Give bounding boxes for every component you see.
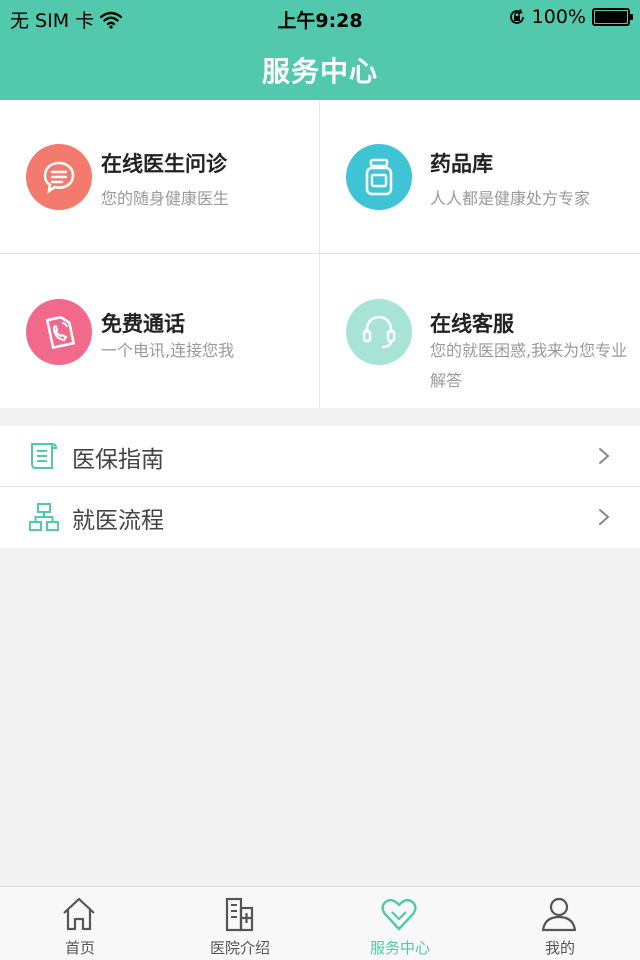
service-title: 在线医生问诊 [101, 152, 227, 176]
tab-profile[interactable]: 我的 [480, 887, 640, 960]
hospital-icon [225, 897, 254, 932]
phone-note-icon [26, 299, 92, 365]
tab-label: 医院介绍 [209, 939, 270, 957]
user-icon [541, 897, 577, 932]
tab-bar: 首页 医院介绍 服务中心 我的 [0, 886, 640, 960]
service-subtitle: 一个电讯,连接您我 [101, 341, 235, 360]
battery-icon [592, 8, 633, 26]
service-free-call[interactable]: 免费通话 一个电讯,连接您我 [0, 254, 319, 407]
service-online-support[interactable]: 在线客服 您的就医困惑,我来为您专业解答 [320, 254, 639, 407]
list-item-label: 医保指南 [72, 447, 164, 473]
tab-service-center[interactable]: 服务中心 [320, 887, 480, 960]
home-icon [63, 897, 95, 931]
orientation-lock-icon [509, 9, 524, 24]
header: 无 SIM 卡 上午9:28 100% 服务中心 [0, 0, 640, 100]
flowchart-icon [29, 503, 59, 531]
tab-label: 服务中心 [369, 939, 430, 957]
service-grid: 在线医生问诊 您的随身健康医生 药品库 人人都是健康处方专家 免费通话 一个电讯… [0, 100, 640, 408]
heart-icon [381, 898, 417, 931]
service-subtitle: 您的就医困惑,我来为您专业解答 [430, 341, 628, 390]
service-title: 药品库 [430, 152, 493, 176]
battery-level [595, 11, 627, 23]
guide-list: 医保指南 就医流程 [0, 426, 640, 548]
service-medicine-library[interactable]: 药品库 人人都是健康处方专家 [320, 100, 639, 253]
chevron-right-icon [599, 448, 610, 464]
service-title: 在线客服 [430, 312, 514, 336]
page-title: 服务中心 [261, 55, 378, 88]
list-item-insurance-guide[interactable]: 医保指南 [0, 426, 640, 487]
battery-percent: 100% [531, 6, 586, 28]
tab-home[interactable]: 首页 [0, 887, 160, 960]
status-bar: 无 SIM 卡 上午9:28 100% [0, 0, 640, 34]
chevron-right-icon [599, 509, 610, 525]
headset-icon [346, 299, 412, 365]
scroll-icon [31, 443, 58, 469]
chat-bubble-icon [26, 144, 92, 210]
medicine-bottle-icon [346, 144, 412, 210]
service-title: 免费通话 [101, 312, 185, 336]
service-subtitle: 人人都是健康处方专家 [430, 189, 591, 208]
tab-label: 我的 [544, 939, 575, 957]
status-right: 100% [508, 6, 633, 28]
service-online-doctor[interactable]: 在线医生问诊 您的随身健康医生 [0, 100, 319, 253]
tab-hospital-intro[interactable]: 医院介绍 [160, 887, 320, 960]
tab-label: 首页 [64, 939, 95, 957]
list-item-visit-process[interactable]: 就医流程 [0, 487, 640, 548]
service-subtitle: 您的随身健康医生 [101, 189, 230, 208]
list-item-label: 就医流程 [72, 508, 164, 534]
